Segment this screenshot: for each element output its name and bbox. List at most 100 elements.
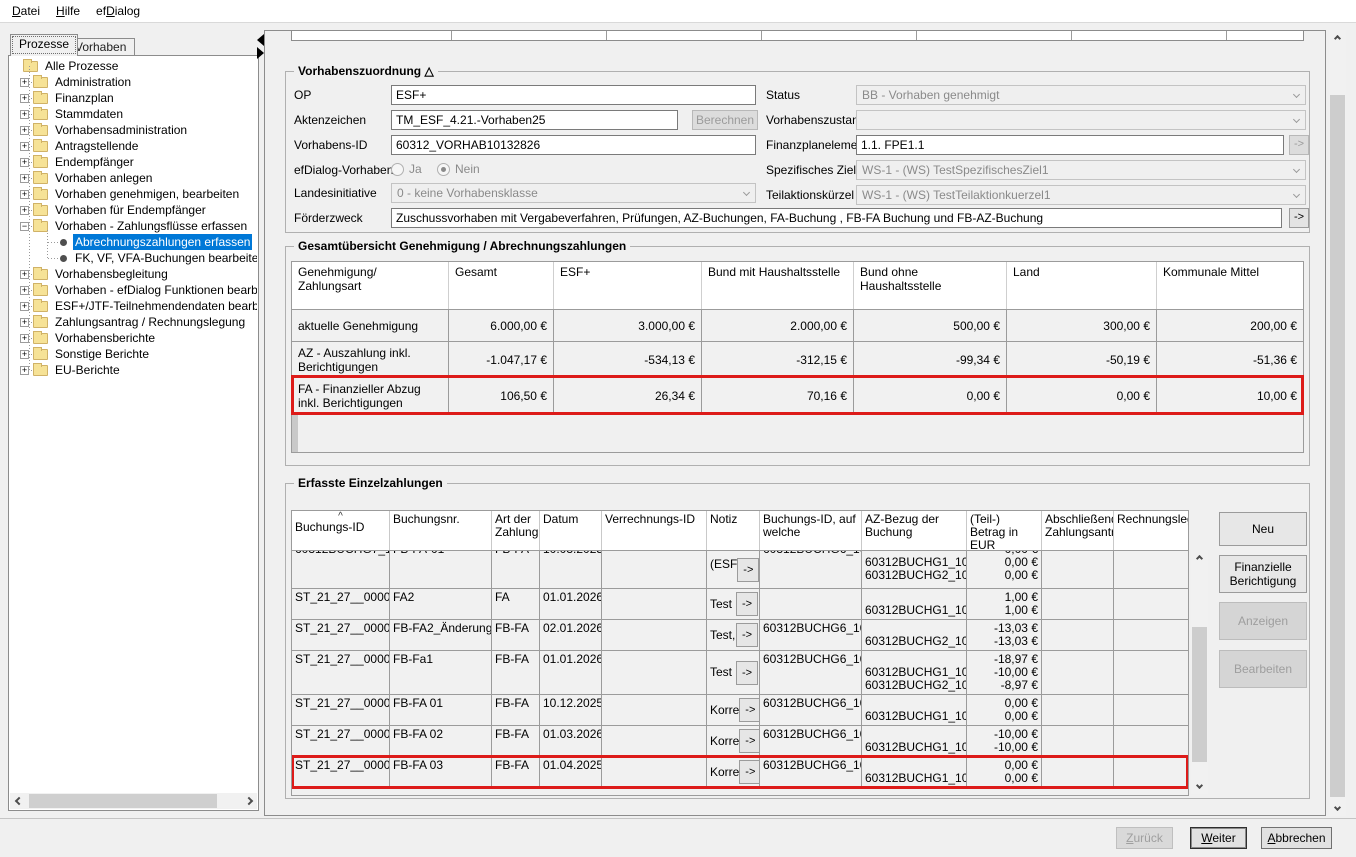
expand-icon[interactable]: + [20, 270, 29, 279]
tree-item[interactable]: +Zahlungsantrag / Rechnungslegung [11, 314, 257, 330]
teilaktionskuerzel-select[interactable]: WS-1 - (WS) TestTeilaktionkuerzel1 [856, 185, 1306, 205]
table-row[interactable]: 60312BUCHG7_1013FB-FA-01FB-FA10.03.2025(… [292, 551, 1188, 589]
tree-item[interactable]: +Sonstige Berichte [11, 346, 257, 362]
tree-item[interactable]: +Finanzplan [11, 90, 257, 106]
aktenzeichen-input[interactable] [391, 110, 678, 130]
tree-item[interactable]: +Vorhaben genehmigen, bearbeiten [11, 186, 257, 202]
tree-subitem[interactable]: Abrechnungszahlungen erfassen [11, 234, 257, 250]
scroll-down-button[interactable] [1191, 777, 1208, 794]
berechnen-button[interactable]: Berechnen [692, 110, 758, 130]
scroll-up-button[interactable] [1329, 30, 1346, 47]
scrollbar-track[interactable] [1329, 47, 1346, 799]
scroll-right-button[interactable] [240, 793, 257, 809]
tree-item-selected[interactable]: Abrechnungszahlungen erfassen [73, 234, 252, 250]
nein-radio[interactable]: Nein [437, 162, 480, 176]
expand-icon[interactable]: + [20, 174, 29, 183]
expand-icon[interactable]: + [20, 78, 29, 87]
tree-root-item[interactable]: Alle Prozesse [11, 58, 257, 74]
landesinitiative-select[interactable]: 0 - keine Vorhabensklasse [391, 183, 756, 203]
scroll-left-button[interactable] [10, 793, 27, 809]
expand-icon[interactable]: + [20, 126, 29, 135]
status-select[interactable]: BB - Vorhaben genehmigt [856, 85, 1306, 105]
scroll-down-button[interactable] [1329, 799, 1346, 816]
tree-item[interactable]: +Vorhaben anlegen [11, 170, 257, 186]
ja-radio[interactable]: Ja [391, 162, 422, 176]
expand-icon[interactable]: + [20, 158, 29, 167]
expand-icon[interactable]: + [20, 94, 29, 103]
spezifisches-ziel-select[interactable]: WS-1 - (WS) TestSpezifischesZiel1 [856, 160, 1306, 180]
tree-item[interactable]: +Vorhabensadministration [11, 122, 257, 138]
column-header[interactable]: Buchungsnr. [390, 511, 492, 550]
column-header[interactable]: Notiz [707, 511, 760, 550]
collapse-triangle-icon[interactable]: △ [424, 64, 433, 78]
expand-icon[interactable]: + [20, 206, 29, 215]
foerderzweck-arrow-button[interactable]: -> [1289, 208, 1309, 228]
tree-item[interactable]: +Vorhaben - efDialog Funktionen bearbeit… [11, 282, 257, 298]
menu-efdialog[interactable]: efDialog [88, 1, 148, 21]
tree-item[interactable]: +Administration [11, 74, 257, 90]
neu-button[interactable]: Neu [1219, 512, 1307, 546]
expand-icon[interactable]: + [20, 110, 29, 119]
tree-item[interactable]: +Vorhaben für Endempfänger [11, 202, 257, 218]
expand-icon[interactable]: + [20, 350, 29, 359]
scrollbar-thumb[interactable] [1330, 95, 1345, 797]
scrollbar-thumb[interactable] [29, 794, 217, 808]
column-header[interactable]: Buchungs-ID, auf welche [760, 511, 862, 550]
column-header[interactable]: Art der Zahlung [492, 511, 540, 550]
table-row[interactable]: ST_21_27__0000005FB-FA 03FB-FA01.04.2025… [292, 757, 1188, 788]
scrollbar-track[interactable] [1191, 567, 1208, 777]
expand-icon[interactable]: + [20, 334, 29, 343]
abbrechen-button[interactable]: Abbrechen [1261, 827, 1332, 849]
vorhabens-id-input[interactable] [391, 135, 756, 155]
menu-hilfe[interactable]: Hilfe [48, 1, 88, 21]
column-header[interactable]: ^Buchungs-ID [292, 511, 390, 550]
notiz-arrow-button[interactable]: -> [737, 558, 759, 582]
expand-icon[interactable]: + [20, 302, 29, 311]
table-row[interactable]: ST_21_27__0000005FB-FA 02FB-FA01.03.2026… [292, 726, 1188, 757]
bearbeiten-button[interactable]: Bearbeiten [1219, 650, 1307, 688]
expand-icon[interactable]: + [20, 366, 29, 375]
menu-datei[interactable]: Datei [4, 1, 48, 21]
tree-item[interactable]: +Vorhabensbegleitung [11, 266, 257, 282]
vorhabenszustand-select[interactable] [856, 110, 1306, 130]
finanzplanelement-input[interactable] [856, 135, 1284, 155]
foerderzweck-input[interactable] [391, 208, 1282, 228]
tab-prozesse[interactable]: Prozesse [10, 34, 78, 56]
tree-item[interactable]: +ESF+/JTF-Teilnehmendendaten bearbeiten [11, 298, 257, 314]
zurueck-button[interactable]: Zurück [1116, 827, 1173, 849]
expand-icon[interactable]: + [20, 318, 29, 327]
main-vertical-scrollbar[interactable] [1329, 30, 1346, 816]
notiz-arrow-button[interactable]: -> [739, 760, 760, 784]
tree-item[interactable]: +EU-Berichte [11, 362, 257, 378]
column-header[interactable]: (Teil-) Betrag in EUR [967, 511, 1042, 550]
table-row[interactable]: ST_21_27__0000005FB-FA 01FB-FA10.12.2025… [292, 695, 1188, 726]
column-header[interactable]: Abschließende Zahlungsantra [1042, 511, 1114, 550]
collapse-icon[interactable]: − [20, 222, 29, 231]
scroll-up-button[interactable] [1191, 550, 1208, 567]
scrollbar-track[interactable] [27, 793, 240, 809]
anzeigen-button[interactable]: Anzeigen [1219, 602, 1307, 640]
tree-item[interactable]: +Antragstellende [11, 138, 257, 154]
table-row[interactable]: ST_21_27__0000004FB-Fa1FB-FA01.01.2026Te… [292, 651, 1188, 695]
scrollbar-thumb[interactable] [1192, 627, 1207, 762]
column-header[interactable]: Rechnungslegu [1114, 511, 1188, 550]
notiz-arrow-button[interactable]: -> [736, 623, 758, 647]
tree-horizontal-scrollbar[interactable] [10, 793, 257, 809]
finanzplanelement-arrow-button[interactable]: -> [1289, 135, 1309, 155]
notiz-arrow-button[interactable]: -> [736, 592, 758, 616]
tree-item[interactable]: +Endempfänger [11, 154, 257, 170]
expand-icon[interactable]: + [20, 190, 29, 199]
tree-item[interactable]: +Vorhabensberichte [11, 330, 257, 346]
notiz-arrow-button[interactable]: -> [739, 729, 760, 753]
op-input[interactable] [391, 85, 756, 105]
table-row[interactable]: ST_21_27__0000004FA2FA01.01.2026Test-> 6… [292, 589, 1188, 620]
payments-scrollbar[interactable] [1191, 550, 1208, 794]
column-header[interactable]: Verrechnungs-ID [602, 511, 707, 550]
table-row[interactable]: ST_21_27__0000004FB-FA2_ÄnderungFB-FA02.… [292, 620, 1188, 651]
weiter-button[interactable]: Weiter [1190, 827, 1247, 849]
column-header[interactable]: Datum [540, 511, 602, 550]
tree-subitem[interactable]: FK, VF, VFA-Buchungen bearbeiten [11, 250, 257, 266]
expand-icon[interactable]: + [20, 286, 29, 295]
notiz-arrow-button[interactable]: -> [739, 698, 760, 722]
tree-item[interactable]: +Stammdaten [11, 106, 257, 122]
